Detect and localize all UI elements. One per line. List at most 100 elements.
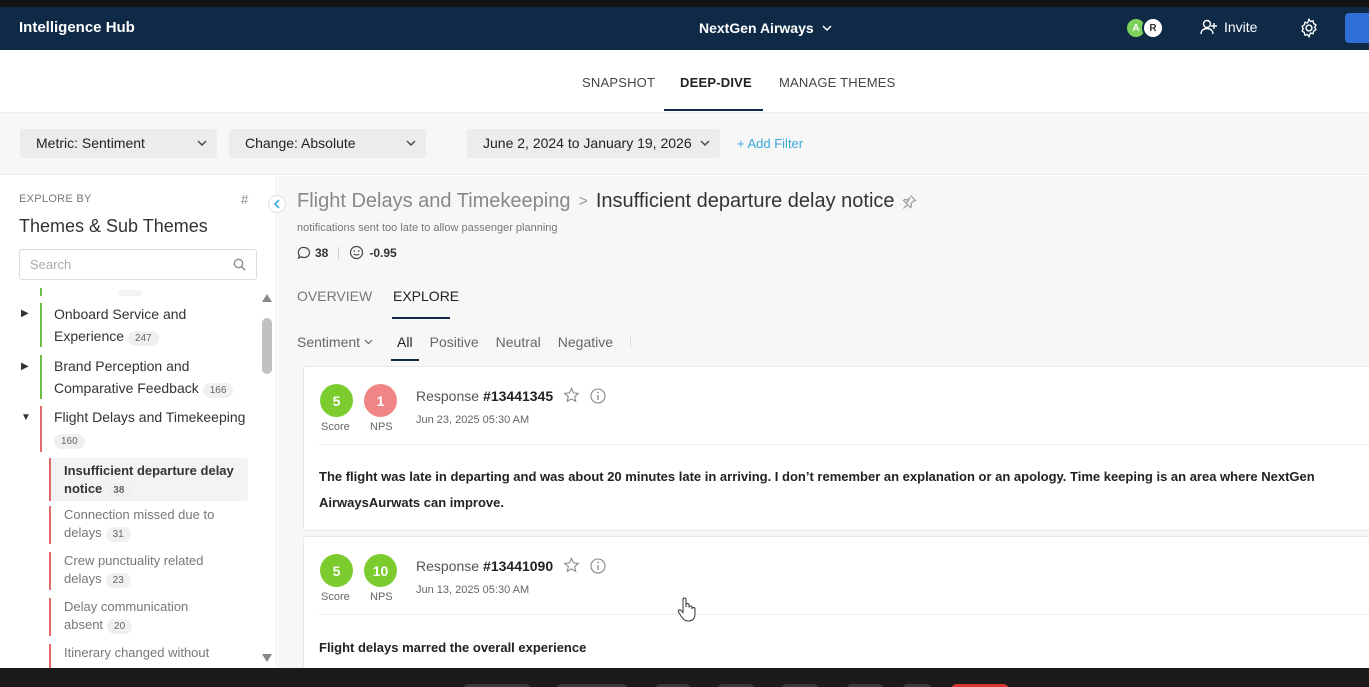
- divider: [318, 614, 1369, 615]
- subtheme-item-crew-punctuality[interactable]: Crew punctuality related delays 23: [49, 552, 248, 590]
- scroll-down-arrow-icon[interactable]: [262, 654, 272, 662]
- theme-item-brand-perception[interactable]: Brand Perception and Comparative Feedbac…: [40, 355, 248, 399]
- chevron-down-icon: [197, 140, 207, 146]
- filter-neutral[interactable]: Neutral: [496, 334, 541, 350]
- pin-icon[interactable]: [901, 194, 917, 210]
- expand-caret-icon[interactable]: ▶: [21, 361, 29, 372]
- collapse-sidebar-button[interactable]: [268, 195, 286, 213]
- list-item-partial: [118, 290, 142, 296]
- count-badge: 160: [54, 434, 85, 449]
- sentiment-score: -0.95: [369, 245, 397, 260]
- nps-badge: 10: [364, 554, 397, 587]
- sidebar-scrollbar[interactable]: [261, 294, 273, 664]
- subtheme-item-label: absent: [64, 617, 104, 632]
- filter-positive[interactable]: Positive: [430, 334, 479, 350]
- subtheme-item-delay-communication[interactable]: Delay communication absent 20: [49, 598, 248, 636]
- divider: [630, 336, 632, 348]
- tab-overview[interactable]: OVERVIEW: [297, 288, 372, 304]
- response-card[interactable]: 5 Score 1 NPS Response #13441345 Jun 23,…: [303, 366, 1369, 531]
- sort-by-count-button[interactable]: #: [241, 192, 248, 207]
- ai-assistant-button[interactable]: [1345, 13, 1369, 43]
- divider: [338, 246, 340, 259]
- chevron-left-icon: [273, 199, 280, 209]
- chevron-down-icon: [822, 24, 832, 31]
- settings-button[interactable]: [1298, 17, 1320, 44]
- subtheme-item-insufficient-notice[interactable]: Insufficient departure delay notice 38: [49, 458, 248, 501]
- comment-count: 38: [315, 245, 329, 260]
- star-icon[interactable]: [563, 557, 580, 574]
- collapse-caret-icon[interactable]: ▼: [21, 412, 31, 423]
- add-filter-button[interactable]: + Add Filter: [737, 136, 803, 151]
- subtheme-item-itinerary-changed[interactable]: Itinerary changed without: [49, 644, 248, 668]
- theme-item-flight-delays[interactable]: Flight Delays and Timekeeping 160: [40, 406, 248, 452]
- page-content: SNAPSHOT DEEP-DIVE MANAGE THEMES Metric:…: [0, 50, 1369, 668]
- scroll-up-arrow-icon[interactable]: [262, 294, 272, 302]
- filter-bar: Metric: Sentiment Change: Absolute June …: [0, 113, 1369, 175]
- change-select-value: Change: Absolute: [245, 135, 356, 151]
- chevron-down-icon: [406, 140, 416, 146]
- filter-all[interactable]: All: [391, 334, 419, 361]
- response-prefix: Response: [416, 387, 480, 404]
- tab-snapshot[interactable]: SNAPSHOT: [582, 75, 655, 90]
- star-icon[interactable]: [563, 387, 580, 404]
- avatar-group[interactable]: A R: [1125, 17, 1167, 39]
- theme-item-label: Experience: [54, 328, 125, 344]
- subtheme-item-label: Crew punctuality related: [64, 553, 204, 568]
- response-card[interactable]: 5 Score 10 NPS Response #13441090 Jun 13…: [303, 536, 1369, 668]
- theme-item-label: Flight Delays and Timekeeping: [54, 409, 246, 425]
- avatar[interactable]: R: [1142, 17, 1164, 39]
- theme-item-label: Comparative Feedback: [54, 380, 199, 396]
- subtheme-item-connection-missed[interactable]: Connection missed due to delays 31: [49, 506, 248, 544]
- active-tab-indicator: [392, 317, 450, 319]
- subtheme-item-label: Itinerary changed without: [64, 645, 210, 660]
- org-switcher[interactable]: NextGen Airways: [699, 20, 832, 36]
- invite-button[interactable]: Invite: [1200, 18, 1257, 36]
- expand-caret-icon[interactable]: ▶: [21, 308, 29, 319]
- change-select[interactable]: Change: Absolute: [229, 129, 426, 158]
- app-title: Intelligence Hub: [19, 19, 135, 36]
- sentiment-dropdown-label: Sentiment: [297, 334, 361, 350]
- theme-color-bar: [40, 288, 42, 296]
- sentiment-dropdown[interactable]: Sentiment: [297, 334, 373, 350]
- subtheme-item-label: Insufficient departure delay: [64, 463, 234, 478]
- main-panel: Flight Delays and Timekeeping > Insuffic…: [278, 176, 1369, 668]
- gear-icon: [1301, 17, 1317, 39]
- subtheme-item-label: delays: [64, 525, 102, 540]
- score-label: Score: [321, 591, 350, 603]
- tab-manage-themes[interactable]: MANAGE THEMES: [779, 75, 896, 90]
- count-badge: 20: [107, 619, 133, 634]
- chevron-down-icon: [700, 140, 710, 146]
- chevron-down-icon: [364, 339, 373, 345]
- app-header: Intelligence Hub NextGen Airways A R Inv…: [0, 7, 1369, 50]
- response-date: Jun 13, 2025 05:30 AM: [416, 584, 530, 596]
- breadcrumb: Flight Delays and Timekeeping > Insuffic…: [297, 190, 917, 213]
- response-id: #13441345: [483, 387, 554, 404]
- subtheme-item-label: Delay communication: [64, 599, 189, 614]
- explore-by-label: EXPLORE BY: [19, 193, 92, 205]
- invite-label: Invite: [1224, 19, 1258, 35]
- response-text: Flight delays marred the overall experie…: [319, 640, 587, 655]
- tab-deep-dive[interactable]: DEEP-DIVE: [680, 75, 752, 90]
- scrollbar-thumb[interactable]: [262, 318, 272, 374]
- smiley-icon: [350, 245, 364, 260]
- metric-select[interactable]: Metric: Sentiment: [20, 129, 217, 158]
- breadcrumb-parent[interactable]: Flight Delays and Timekeeping: [297, 190, 570, 213]
- themes-sidebar: EXPLORE BY # Themes & Sub Themes ▶ Onboa…: [0, 176, 277, 668]
- metric-select-value: Metric: Sentiment: [36, 135, 145, 151]
- theme-item-label: Onboard Service and: [54, 306, 187, 322]
- tab-explore[interactable]: EXPLORE: [393, 288, 459, 304]
- theme-description: notifications sent too late to allow pas…: [297, 222, 558, 234]
- theme-search-input[interactable]: [19, 249, 257, 280]
- main-nav-tabs: SNAPSHOT DEEP-DIVE MANAGE THEMES: [0, 50, 1369, 113]
- date-range-select[interactable]: June 2, 2024 to January 19, 2026: [467, 129, 720, 158]
- divider: [318, 444, 1369, 445]
- search-icon: [233, 258, 246, 271]
- response-header: Response #13441090: [416, 557, 606, 574]
- info-icon[interactable]: [590, 387, 606, 404]
- theme-item-label: Brand Perception and: [54, 358, 190, 374]
- info-icon[interactable]: [590, 557, 606, 574]
- filter-negative[interactable]: Negative: [558, 334, 613, 350]
- theme-stats: 38 -0.95: [297, 245, 397, 260]
- theme-item-onboard-service[interactable]: Onboard Service and Experience 247: [40, 303, 248, 347]
- count-badge: 23: [105, 573, 131, 588]
